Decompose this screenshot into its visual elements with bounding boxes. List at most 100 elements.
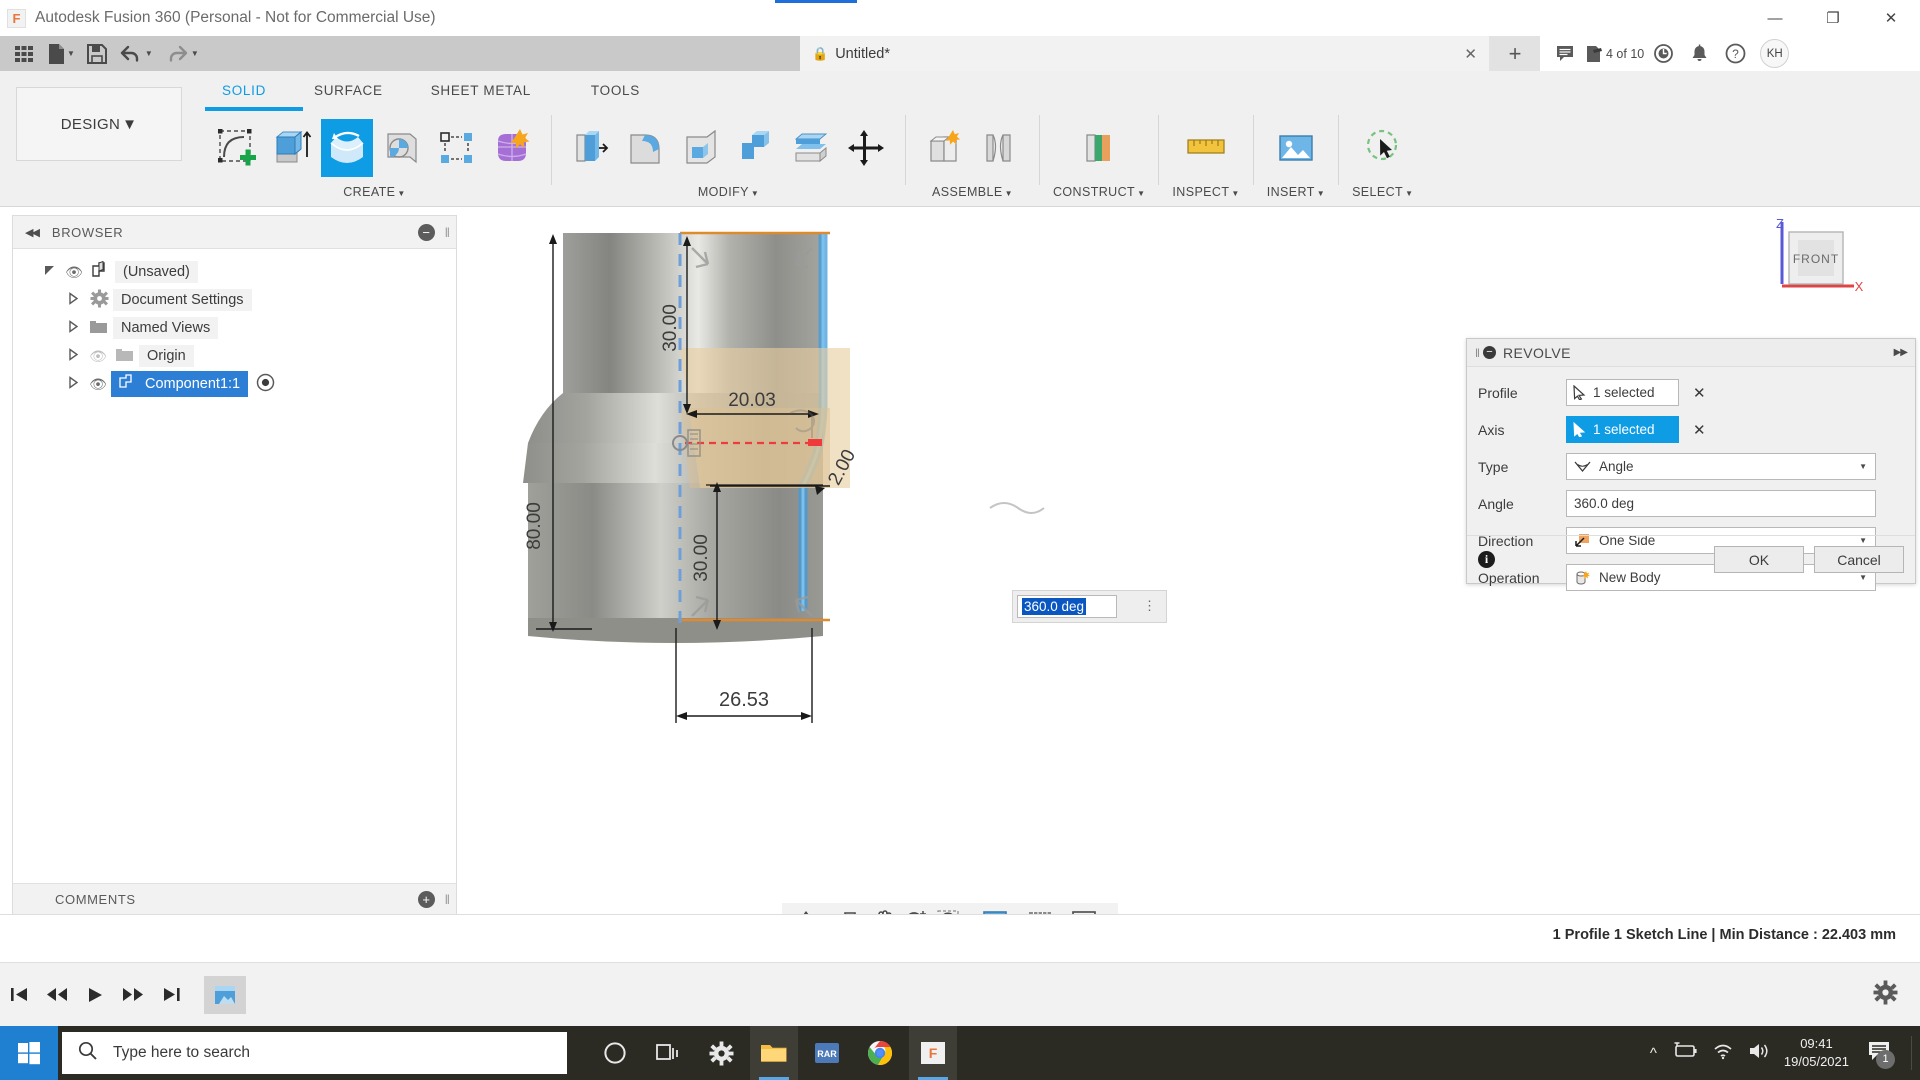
- expand-twisty-icon[interactable]: [37, 264, 61, 280]
- expand-twisty-icon[interactable]: [61, 320, 85, 336]
- chevron-down-icon[interactable]: ▼: [145, 49, 153, 58]
- create-sketch-icon[interactable]: [211, 119, 263, 177]
- wifi-icon[interactable]: [1712, 1042, 1734, 1065]
- expand-twisty-icon[interactable]: [61, 376, 85, 392]
- browser-resize-grip[interactable]: ‖: [445, 225, 450, 240]
- axis-clear-icon[interactable]: ✕: [1693, 421, 1706, 439]
- taskbar-clock[interactable]: 09:41 19/05/2021: [1784, 1035, 1849, 1072]
- angle-input[interactable]: 360.0 deg: [1566, 490, 1876, 517]
- timeline-first-icon[interactable]: [0, 986, 38, 1003]
- revolve-icon[interactable]: [321, 119, 373, 177]
- fillet-icon[interactable]: [620, 119, 672, 177]
- shell-icon[interactable]: [675, 119, 727, 177]
- sweep-icon[interactable]: [376, 119, 428, 177]
- new-component-icon[interactable]: [919, 119, 971, 177]
- dialog-forward-icon[interactable]: ▶▶: [1894, 347, 1907, 358]
- tree-node-component1[interactable]: 👁 Component1:1: [13, 370, 456, 398]
- tree-node-document-settings[interactable]: Document Settings: [13, 286, 456, 314]
- visibility-eye-icon[interactable]: 👁: [61, 264, 87, 281]
- add-comment-button[interactable]: +: [418, 891, 435, 908]
- angle-input-field[interactable]: 360.0 deg: [1017, 595, 1117, 618]
- ok-button[interactable]: OK: [1714, 546, 1804, 573]
- show-hidden-icons-icon[interactable]: ^: [1650, 1045, 1657, 1062]
- chevron-down-icon[interactable]: ▼: [67, 49, 75, 58]
- comments-panel[interactable]: COMMENTS + ‖: [12, 883, 457, 915]
- browser-collapse-button[interactable]: −: [418, 224, 435, 241]
- ribbon-group-label-insert[interactable]: INSERT▼: [1267, 185, 1325, 199]
- chevron-down-icon[interactable]: ▼: [1859, 462, 1867, 471]
- ribbon-group-label-construct[interactable]: CONSTRUCT▼: [1053, 185, 1145, 199]
- pattern-icon[interactable]: [431, 119, 483, 177]
- help-icon[interactable]: ?: [1718, 36, 1752, 71]
- minimize-button[interactable]: —: [1746, 0, 1804, 36]
- taskbar-search[interactable]: Type here to search: [62, 1032, 567, 1074]
- expand-twisty-icon[interactable]: [61, 348, 85, 364]
- timeline-last-icon[interactable]: [152, 986, 190, 1003]
- select-icon[interactable]: [1357, 119, 1409, 177]
- joint-icon[interactable]: [974, 119, 1026, 177]
- info-icon[interactable]: i: [1478, 551, 1495, 568]
- tab-sheet-metal[interactable]: SHEET METAL: [421, 81, 541, 100]
- maximize-button[interactable]: ❐: [1804, 0, 1862, 36]
- settings-icon[interactable]: [697, 1026, 745, 1080]
- angle-input-menu-icon[interactable]: ⋮: [1143, 602, 1156, 610]
- notifications-bell-icon[interactable]: [1682, 36, 1716, 71]
- ribbon-group-label-assemble[interactable]: ASSEMBLE▼: [932, 185, 1013, 199]
- ribbon-group-label-inspect[interactable]: INSPECT▼: [1172, 185, 1239, 199]
- move-copy-icon[interactable]: [840, 119, 892, 177]
- workspace-selector[interactable]: DESIGN ▼: [16, 87, 182, 161]
- component-activate-icon[interactable]: [256, 373, 275, 396]
- ribbon-group-label-modify[interactable]: MODIFY▼: [698, 185, 759, 199]
- winrar-icon[interactable]: RAR: [803, 1026, 851, 1080]
- timeline-settings-icon[interactable]: [1873, 980, 1898, 1010]
- save-icon[interactable]: [82, 39, 112, 68]
- notifications-icon[interactable]: 1: [1867, 1040, 1891, 1067]
- collapse-left-icon[interactable]: ◀◀: [25, 226, 38, 239]
- new-tab-button[interactable]: +: [1490, 36, 1540, 71]
- press-pull-icon[interactable]: [565, 119, 617, 177]
- visibility-eye-icon[interactable]: 👁: [85, 376, 111, 393]
- insert-image-icon[interactable]: [1270, 119, 1322, 177]
- new-file-icon[interactable]: ▼: [42, 39, 80, 68]
- tree-node-origin[interactable]: 👁 Origin: [13, 342, 456, 370]
- document-tab[interactable]: 🔒 Untitled* ✕: [800, 36, 1490, 71]
- timeline-prev-icon[interactable]: [38, 986, 76, 1003]
- visibility-eye-off-icon[interactable]: 👁: [85, 348, 111, 365]
- axis-select-button[interactable]: 1 selected: [1566, 416, 1679, 443]
- ribbon-group-label-select[interactable]: SELECT▼: [1352, 185, 1413, 199]
- offset-plane-icon[interactable]: [1073, 119, 1125, 177]
- tab-tools[interactable]: TOOLS: [581, 81, 650, 100]
- revolve-dialog-header[interactable]: ‖ − REVOLVE ▶▶: [1467, 339, 1915, 367]
- undo-icon[interactable]: ▼: [114, 39, 158, 68]
- tab-solid[interactable]: SOLID: [212, 81, 276, 100]
- timeline-feature-chip[interactable]: [204, 976, 246, 1014]
- extrude-icon[interactable]: [266, 119, 318, 177]
- volume-icon[interactable]: [1748, 1042, 1770, 1065]
- user-avatar[interactable]: KH: [1760, 39, 1789, 68]
- timeline-next-icon[interactable]: [114, 986, 152, 1003]
- profile-select-button[interactable]: 1 selected: [1566, 379, 1679, 406]
- split-body-icon[interactable]: [785, 119, 837, 177]
- app-grid-icon[interactable]: [8, 39, 40, 68]
- fusion360-icon[interactable]: F: [909, 1026, 957, 1080]
- cortana-icon[interactable]: [591, 1026, 639, 1080]
- chrome-icon[interactable]: [856, 1026, 904, 1080]
- cancel-button[interactable]: Cancel: [1814, 546, 1904, 573]
- recent-activity-icon[interactable]: [1646, 36, 1680, 71]
- chevron-down-icon[interactable]: ▼: [191, 49, 199, 58]
- search-input[interactable]: Type here to search: [113, 1044, 250, 1062]
- windows-start-button[interactable]: [0, 1026, 58, 1080]
- close-button[interactable]: ✕: [1862, 0, 1920, 36]
- tree-node-unsaved[interactable]: 👁 (Unsaved): [13, 258, 456, 286]
- ribbon-group-label-create[interactable]: CREATE▼: [343, 185, 406, 199]
- dialog-collapse-button[interactable]: −: [1483, 346, 1496, 359]
- task-view-icon[interactable]: [644, 1026, 692, 1080]
- tab-surface[interactable]: SURFACE: [304, 81, 393, 100]
- battery-icon[interactable]: [1671, 1042, 1698, 1065]
- document-tab-close-icon[interactable]: ✕: [1464, 45, 1477, 63]
- measure-icon[interactable]: [1180, 119, 1232, 177]
- type-dropdown[interactable]: Angle ▼: [1566, 453, 1876, 480]
- timeline-play-icon[interactable]: [76, 986, 114, 1004]
- comments-icon[interactable]: [1548, 36, 1582, 71]
- comments-resize-grip[interactable]: ‖: [445, 892, 450, 907]
